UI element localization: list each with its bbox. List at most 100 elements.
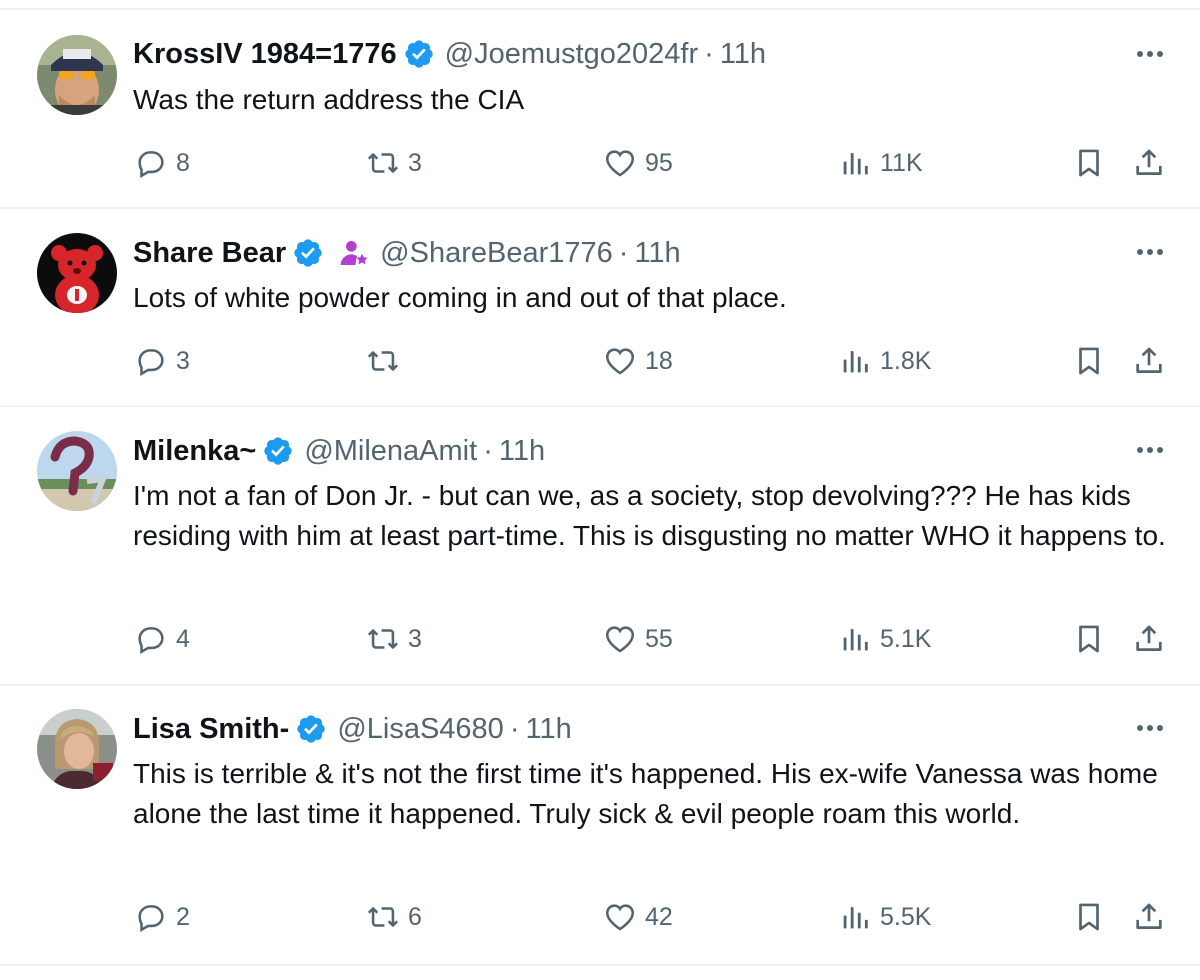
avatar[interactable] bbox=[37, 233, 117, 313]
action-bar: 2 6 42 5.5K bbox=[0, 897, 1200, 937]
more-options-icon[interactable] bbox=[1130, 440, 1170, 460]
reply-button[interactable]: 3 bbox=[134, 341, 190, 381]
retweet-icon bbox=[367, 629, 399, 649]
retweet-button[interactable] bbox=[366, 341, 408, 381]
share-button[interactable] bbox=[1132, 341, 1166, 381]
display-name[interactable]: Milenka~ bbox=[133, 433, 256, 469]
timestamp[interactable]: 11h bbox=[720, 36, 766, 72]
bookmark-button[interactable] bbox=[1072, 143, 1106, 183]
retweet-button[interactable]: 3 bbox=[366, 143, 422, 183]
views-count: 5.5K bbox=[880, 902, 932, 931]
views-button[interactable]: 1.8K bbox=[838, 341, 931, 381]
verified-badge-icon bbox=[403, 38, 435, 70]
heart-icon bbox=[605, 626, 635, 653]
views-bar-chart-icon bbox=[843, 907, 868, 929]
separator-dot: · bbox=[618, 237, 629, 269]
views-count: 5.1K bbox=[880, 624, 932, 653]
feed-divider bbox=[0, 964, 1200, 966]
tweet[interactable]: Milenka~ @MilenaAmit · 11h I'm not a fan… bbox=[0, 407, 1200, 684]
reply-count: 8 bbox=[176, 148, 190, 177]
verified-badge-icon bbox=[262, 435, 294, 467]
more-options-icon[interactable] bbox=[1130, 718, 1170, 738]
reply-icon bbox=[138, 627, 164, 654]
user-handle[interactable]: @ShareBear1776 bbox=[380, 235, 613, 271]
separator-dot: · bbox=[483, 435, 493, 467]
views-bar-chart-icon bbox=[843, 351, 868, 373]
views-count: 11K bbox=[880, 148, 923, 177]
display-name[interactable]: Share Bear bbox=[133, 235, 286, 271]
person-star-icon bbox=[338, 237, 370, 269]
user-handle[interactable]: @LisaS4680 bbox=[337, 711, 504, 747]
action-bar: 3 18 1.8K bbox=[0, 341, 1200, 381]
reply-icon bbox=[138, 151, 164, 178]
like-count: 55 bbox=[645, 624, 673, 653]
user-handle[interactable]: @MilenaAmit bbox=[304, 433, 477, 469]
bookmark-icon bbox=[1079, 149, 1099, 177]
retweet-count: 6 bbox=[408, 902, 422, 931]
reply-feed: KrossIV 1984=1776 @Joemustgo2024fr · 11h… bbox=[0, 0, 1200, 980]
tweet[interactable]: Lisa Smith- @LisaS4680 · 11h This is ter… bbox=[0, 686, 1200, 964]
avatar[interactable] bbox=[37, 709, 117, 789]
bookmark-button[interactable] bbox=[1072, 619, 1106, 659]
like-count: 18 bbox=[645, 346, 673, 375]
tweet[interactable]: KrossIV 1984=1776 @Joemustgo2024fr · 11h… bbox=[0, 10, 1200, 207]
like-button[interactable]: 18 bbox=[603, 341, 673, 381]
display-name[interactable]: KrossIV 1984=1776 bbox=[133, 36, 397, 72]
avatar[interactable] bbox=[37, 431, 117, 511]
share-upload-icon bbox=[1136, 149, 1162, 175]
action-bar: 8 3 95 11K bbox=[0, 143, 1200, 183]
separator-dot: · bbox=[509, 713, 520, 745]
like-button[interactable]: 95 bbox=[603, 143, 673, 183]
reply-icon bbox=[138, 905, 164, 932]
question-mark-avatar bbox=[37, 431, 117, 511]
verified-badge-icon bbox=[292, 237, 324, 269]
timestamp[interactable]: 11h bbox=[634, 235, 680, 271]
reply-count: 2 bbox=[176, 902, 190, 931]
more-options-icon[interactable] bbox=[1130, 44, 1170, 64]
tweet-header: Lisa Smith- @LisaS4680 · 11h bbox=[133, 711, 572, 747]
views-count: 1.8K bbox=[880, 346, 932, 375]
views-button[interactable]: 11K bbox=[838, 143, 923, 183]
timestamp[interactable]: 11h bbox=[499, 433, 545, 469]
retweet-icon bbox=[367, 907, 399, 927]
like-count: 95 bbox=[645, 148, 673, 177]
share-button[interactable] bbox=[1132, 897, 1166, 937]
bookmark-button[interactable] bbox=[1072, 897, 1106, 937]
timestamp[interactable]: 11h bbox=[525, 711, 571, 747]
retweet-button[interactable]: 3 bbox=[366, 619, 422, 659]
like-button[interactable]: 42 bbox=[603, 897, 673, 937]
woman-portrait-avatar bbox=[37, 709, 117, 789]
bookmark-button[interactable] bbox=[1072, 341, 1106, 381]
reply-button[interactable]: 8 bbox=[134, 143, 190, 183]
more-options-icon[interactable] bbox=[1130, 242, 1170, 262]
share-upload-icon bbox=[1136, 625, 1162, 651]
like-count: 42 bbox=[645, 902, 673, 931]
views-button[interactable]: 5.5K bbox=[838, 897, 931, 937]
tweet-text: I'm not a fan of Don Jr. - but can we, a… bbox=[133, 480, 1166, 551]
views-bar-chart-icon bbox=[843, 153, 868, 175]
reply-button[interactable]: 4 bbox=[134, 619, 190, 659]
tweet-text: This is terrible & it's not the first ti… bbox=[133, 758, 1158, 829]
share-button[interactable] bbox=[1132, 619, 1166, 659]
tweet-text: Was the return address the CIA bbox=[133, 84, 525, 115]
display-name[interactable]: Lisa Smith- bbox=[133, 711, 289, 747]
reply-count: 3 bbox=[176, 346, 190, 375]
bookmark-icon bbox=[1079, 625, 1099, 653]
share-button[interactable] bbox=[1132, 143, 1166, 183]
verified-badge-icon bbox=[295, 713, 327, 745]
tweet[interactable]: Share Bear @ShareBear1776 · 11h Lots of … bbox=[0, 209, 1200, 405]
retweet-button[interactable]: 6 bbox=[366, 897, 422, 937]
user-handle[interactable]: @Joemustgo2024fr bbox=[445, 36, 699, 72]
share-upload-icon bbox=[1136, 347, 1162, 373]
views-bar-chart-icon bbox=[843, 629, 868, 651]
reply-icon bbox=[138, 349, 164, 376]
reply-button[interactable]: 2 bbox=[134, 897, 190, 937]
avatar[interactable] bbox=[37, 35, 117, 115]
bookmark-icon bbox=[1079, 347, 1099, 375]
tweet-header: Share Bear @ShareBear1776 · 11h bbox=[133, 235, 681, 271]
retweet-icon bbox=[367, 351, 399, 371]
views-button[interactable]: 5.1K bbox=[838, 619, 931, 659]
red-bear-avatar bbox=[37, 233, 117, 313]
like-button[interactable]: 55 bbox=[603, 619, 673, 659]
bookmark-icon bbox=[1079, 903, 1099, 931]
